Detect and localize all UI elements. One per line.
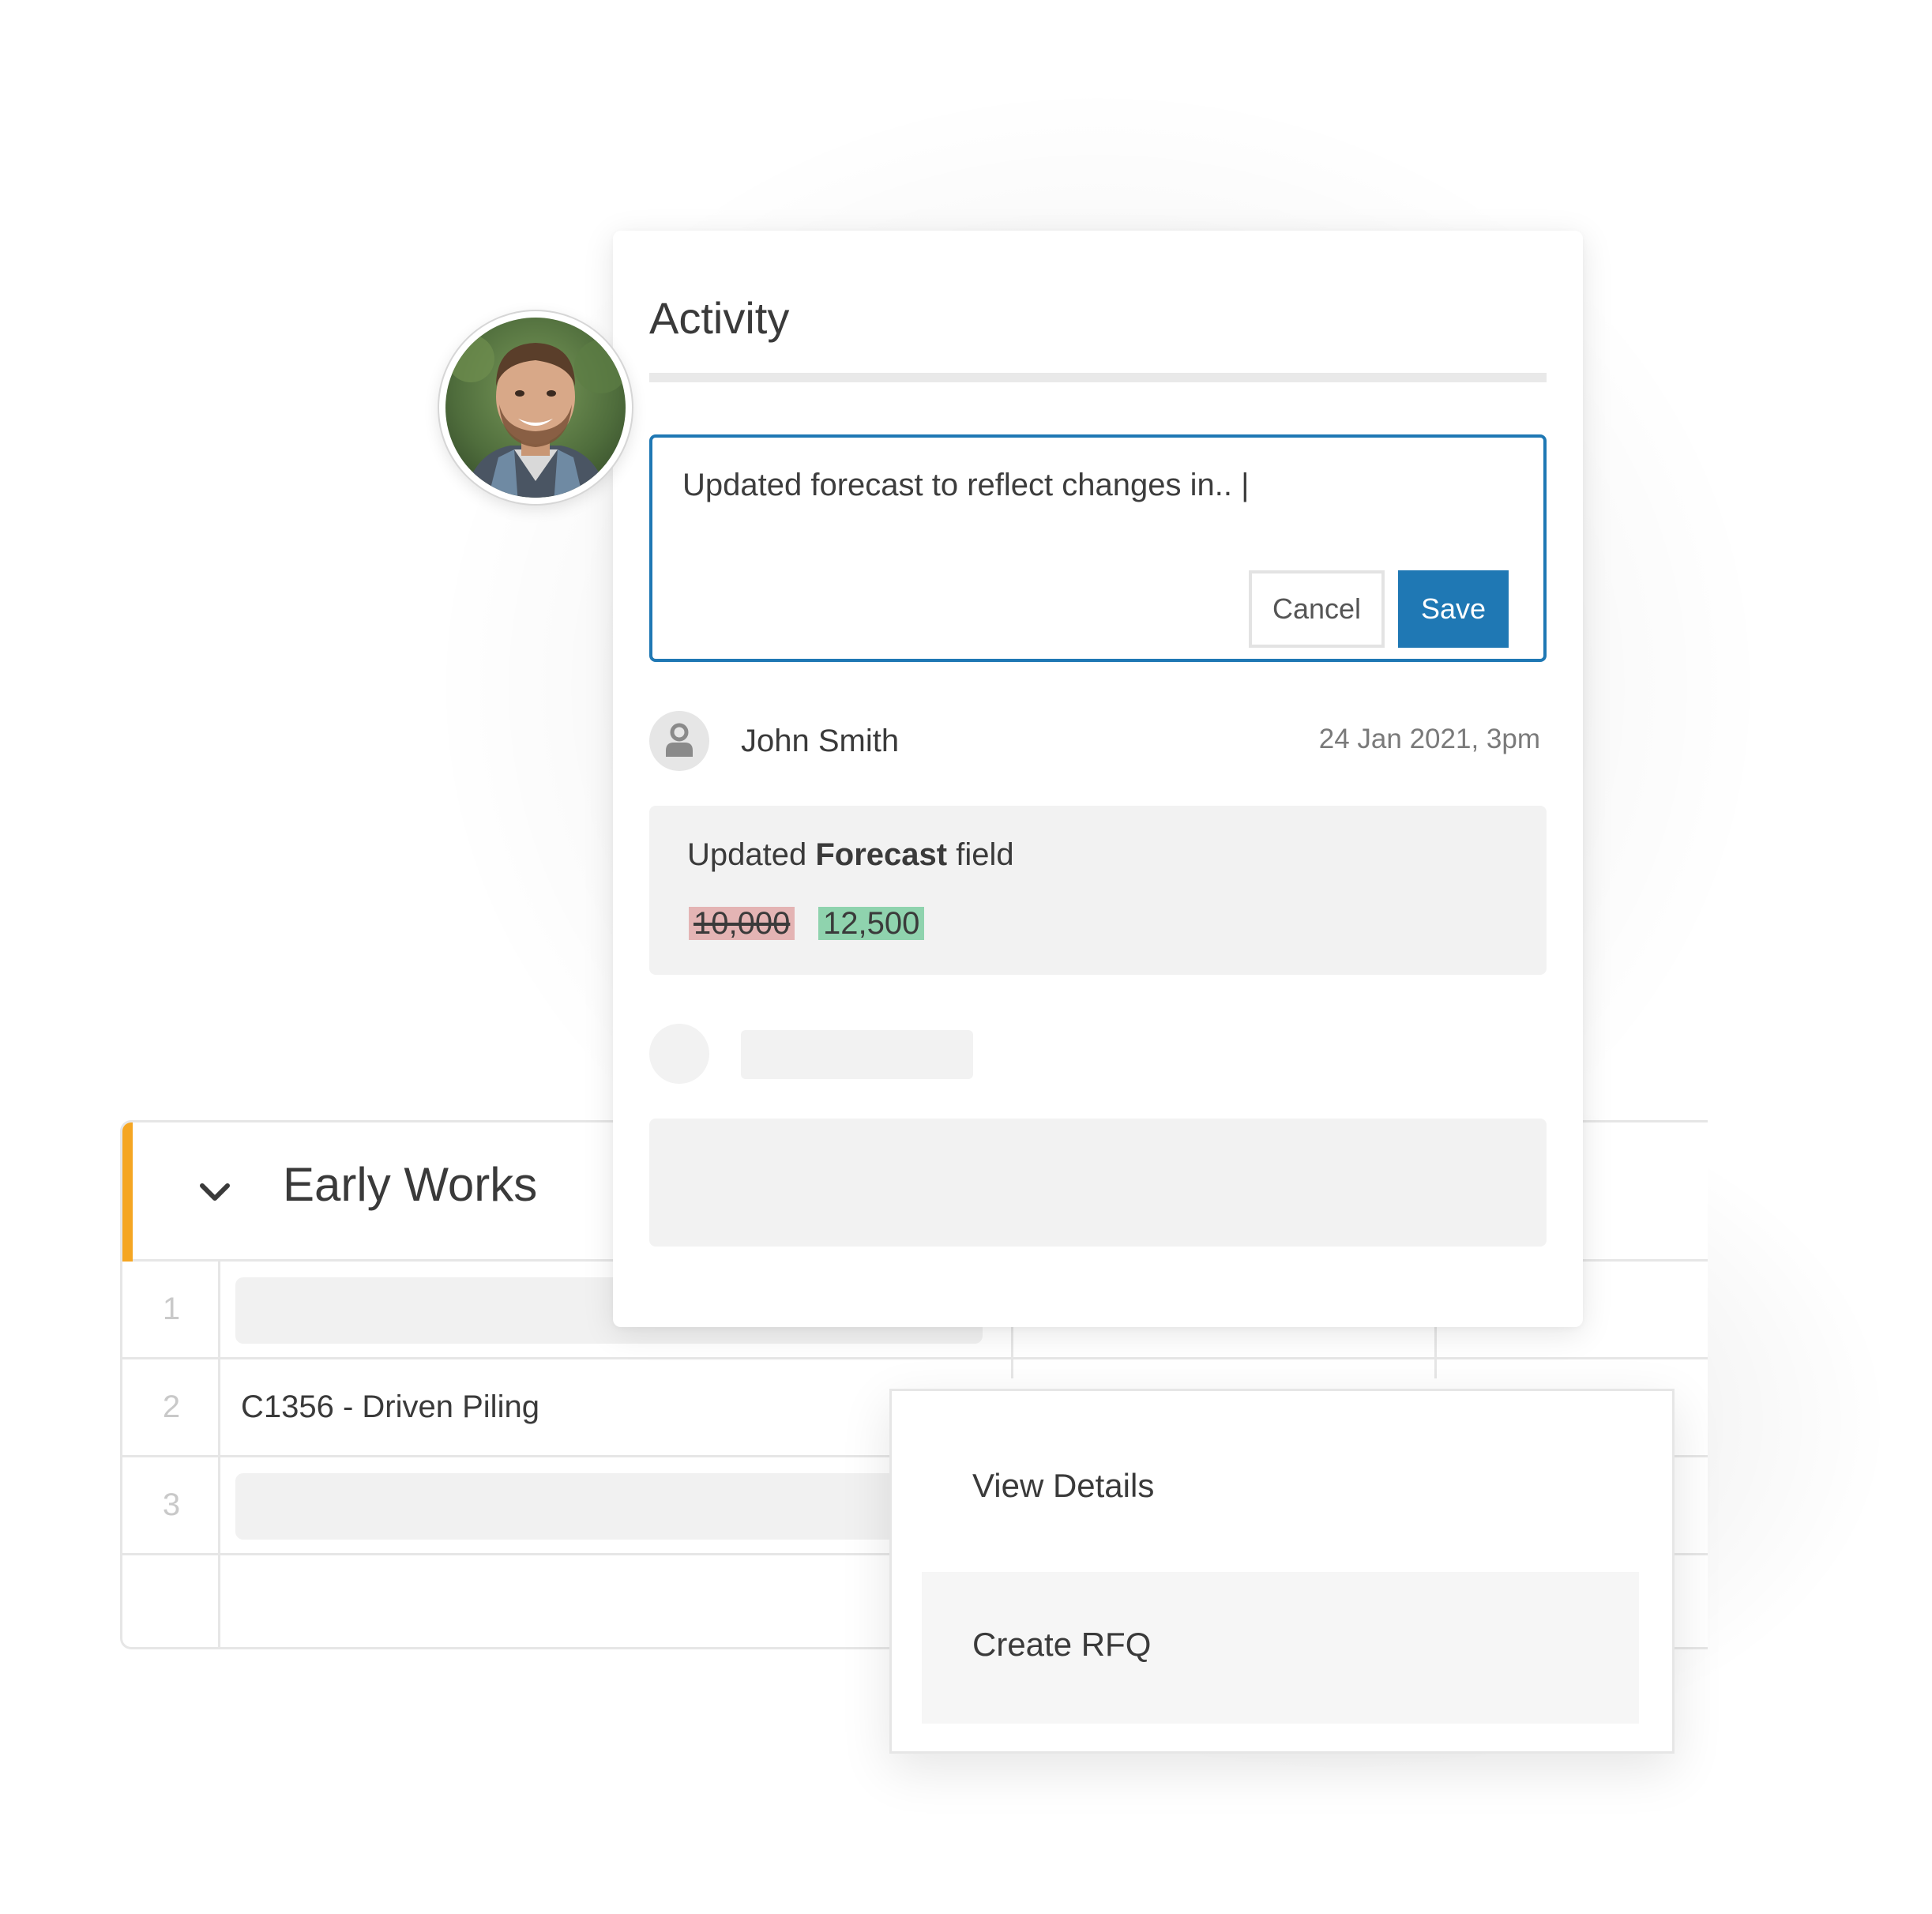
row-number-cell: 1 [122, 1262, 220, 1357]
menu-item-view-details[interactable]: View Details [922, 1391, 1639, 1543]
group-accent-bar [122, 1122, 133, 1262]
entry-timestamp: 24 Jan 2021, 3pm [1318, 724, 1540, 754]
old-value: 10,000 [689, 907, 795, 940]
menu-item-label: Create RFQ [972, 1626, 1152, 1663]
user-icon [666, 723, 693, 757]
profile-photo [441, 313, 630, 502]
change-description: Updated Forecast field [687, 837, 1014, 873]
change-card: Updated Forecast field 10,000 12,500 [649, 806, 1547, 975]
row-number-cell: 3 [122, 1457, 220, 1553]
save-button[interactable]: Save [1398, 570, 1509, 648]
row-number-cell [122, 1555, 220, 1647]
menu-item-create-rfq[interactable]: Create RFQ [922, 1572, 1639, 1724]
cancel-button[interactable]: Cancel [1249, 570, 1385, 648]
row-placeholder [235, 1473, 946, 1540]
menu-item-label: View Details [972, 1467, 1155, 1504]
change-field-name: Forecast [815, 837, 948, 872]
new-value: 12,500 [818, 907, 925, 940]
comment-input[interactable]: Updated forecast to reflect changes in..… [649, 434, 1547, 662]
chevron-down-icon[interactable] [194, 1171, 235, 1213]
group-title: Early Works [283, 1158, 538, 1211]
activity-divider [649, 373, 1547, 382]
user-avatar [649, 711, 709, 771]
row-number-cell: 2 [122, 1359, 220, 1455]
row-text: C1356 - Driven Piling [241, 1389, 539, 1424]
activity-title: Activity [649, 293, 790, 343]
skeleton-name [741, 1030, 973, 1079]
profile-avatar [439, 311, 632, 504]
skeleton-avatar [649, 1024, 709, 1084]
entry-user-name: John Smith [741, 724, 900, 758]
row-number: 2 [162, 1389, 181, 1424]
context-menu: View Details Create RFQ [889, 1389, 1675, 1754]
change-suffix: field [947, 837, 1014, 872]
row-number: 1 [162, 1292, 181, 1326]
comment-text[interactable]: Updated forecast to reflect changes in..… [682, 468, 1249, 503]
change-prefix: Updated [687, 837, 816, 872]
skeleton-card [649, 1119, 1547, 1247]
activity-panel: Activity Updated forecast to reflect cha… [613, 231, 1583, 1327]
row-number: 3 [162, 1487, 181, 1522]
